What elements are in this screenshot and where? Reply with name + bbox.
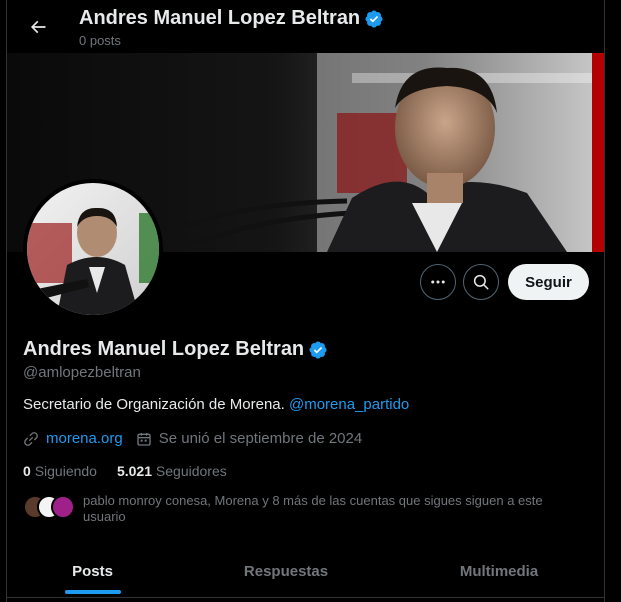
follow-counts: 0 Siguiendo 5.021 Seguidores	[23, 463, 247, 479]
active-tab-indicator	[65, 590, 121, 594]
more-button[interactable]	[420, 264, 456, 300]
bio-text: Secretario de Organización de Morena.	[23, 396, 289, 413]
column-border-right	[604, 0, 605, 602]
joined-date: Se unió el septiembre de 2024	[158, 430, 363, 447]
bio-mention-link[interactable]: @morena_partido	[289, 396, 409, 413]
followers-you-know[interactable]: pablo monroy conesa, Morena y 8 más de l…	[23, 493, 563, 525]
profile-avatar[interactable]	[23, 179, 163, 319]
joined-item: Se unió el septiembre de 2024	[136, 430, 362, 447]
following-count: 0	[23, 463, 31, 479]
more-icon	[431, 280, 445, 284]
tab-posts[interactable]: Posts	[7, 545, 178, 598]
link-icon	[24, 431, 38, 446]
search-profile-button[interactable]	[463, 264, 499, 300]
tab-multimedia[interactable]: Multimedia	[394, 545, 604, 598]
calendar-icon	[137, 432, 151, 446]
follow-button[interactable]: Seguir	[508, 264, 589, 300]
back-button[interactable]	[21, 10, 55, 44]
following-label: Siguiendo	[34, 463, 97, 479]
followers-count: 5.021	[116, 463, 153, 479]
website-item: morena.org	[23, 430, 123, 447]
profile-display-name: Andres Manuel Lopez Beltran	[23, 338, 305, 360]
followers-link[interactable]: 5.021 Seguidores	[117, 463, 227, 479]
following-link[interactable]: 0 Siguiendo	[23, 463, 97, 479]
verified-badge-icon[interactable]	[308, 340, 328, 360]
verified-badge-icon	[365, 9, 383, 28]
tab-label: Posts	[72, 563, 113, 580]
profile-name: Andres Manuel Lopez Beltran	[23, 338, 328, 361]
header-title: Andres Manuel Lopez Beltran	[79, 7, 384, 30]
search-icon	[473, 274, 489, 290]
tab-label: Multimedia	[459, 563, 539, 580]
profile-handle: @amlopezbeltran	[23, 364, 141, 381]
back-arrow-icon	[30, 20, 46, 34]
profile-meta: morena.org Se unió el septiembre de 2024	[23, 430, 375, 447]
profile-header: Andres Manuel Lopez Beltran 0 posts	[7, 0, 604, 53]
website-link[interactable]: morena.org	[46, 430, 123, 447]
avatar-photo	[27, 183, 159, 315]
followers-you-know-text: pablo monroy conesa, Morena y 8 más de l…	[83, 493, 543, 524]
avatar	[51, 495, 75, 519]
tab-label: Respuestas	[243, 563, 329, 580]
tabs-bottom-border	[7, 597, 604, 598]
profile-page: Andres Manuel Lopez Beltran 0 posts Segu…	[0, 0, 621, 602]
header-name: Andres Manuel Lopez Beltran	[79, 7, 361, 29]
profile-bio: Secretario de Organización de Morena. @m…	[23, 396, 409, 413]
profile-tabs: Posts Respuestas Multimedia	[7, 545, 604, 598]
followers-you-know-avatars	[23, 495, 79, 519]
followers-label: Seguidores	[155, 463, 227, 479]
header-posts-count: 0 posts	[79, 33, 121, 48]
tab-respuestas[interactable]: Respuestas	[178, 545, 394, 598]
